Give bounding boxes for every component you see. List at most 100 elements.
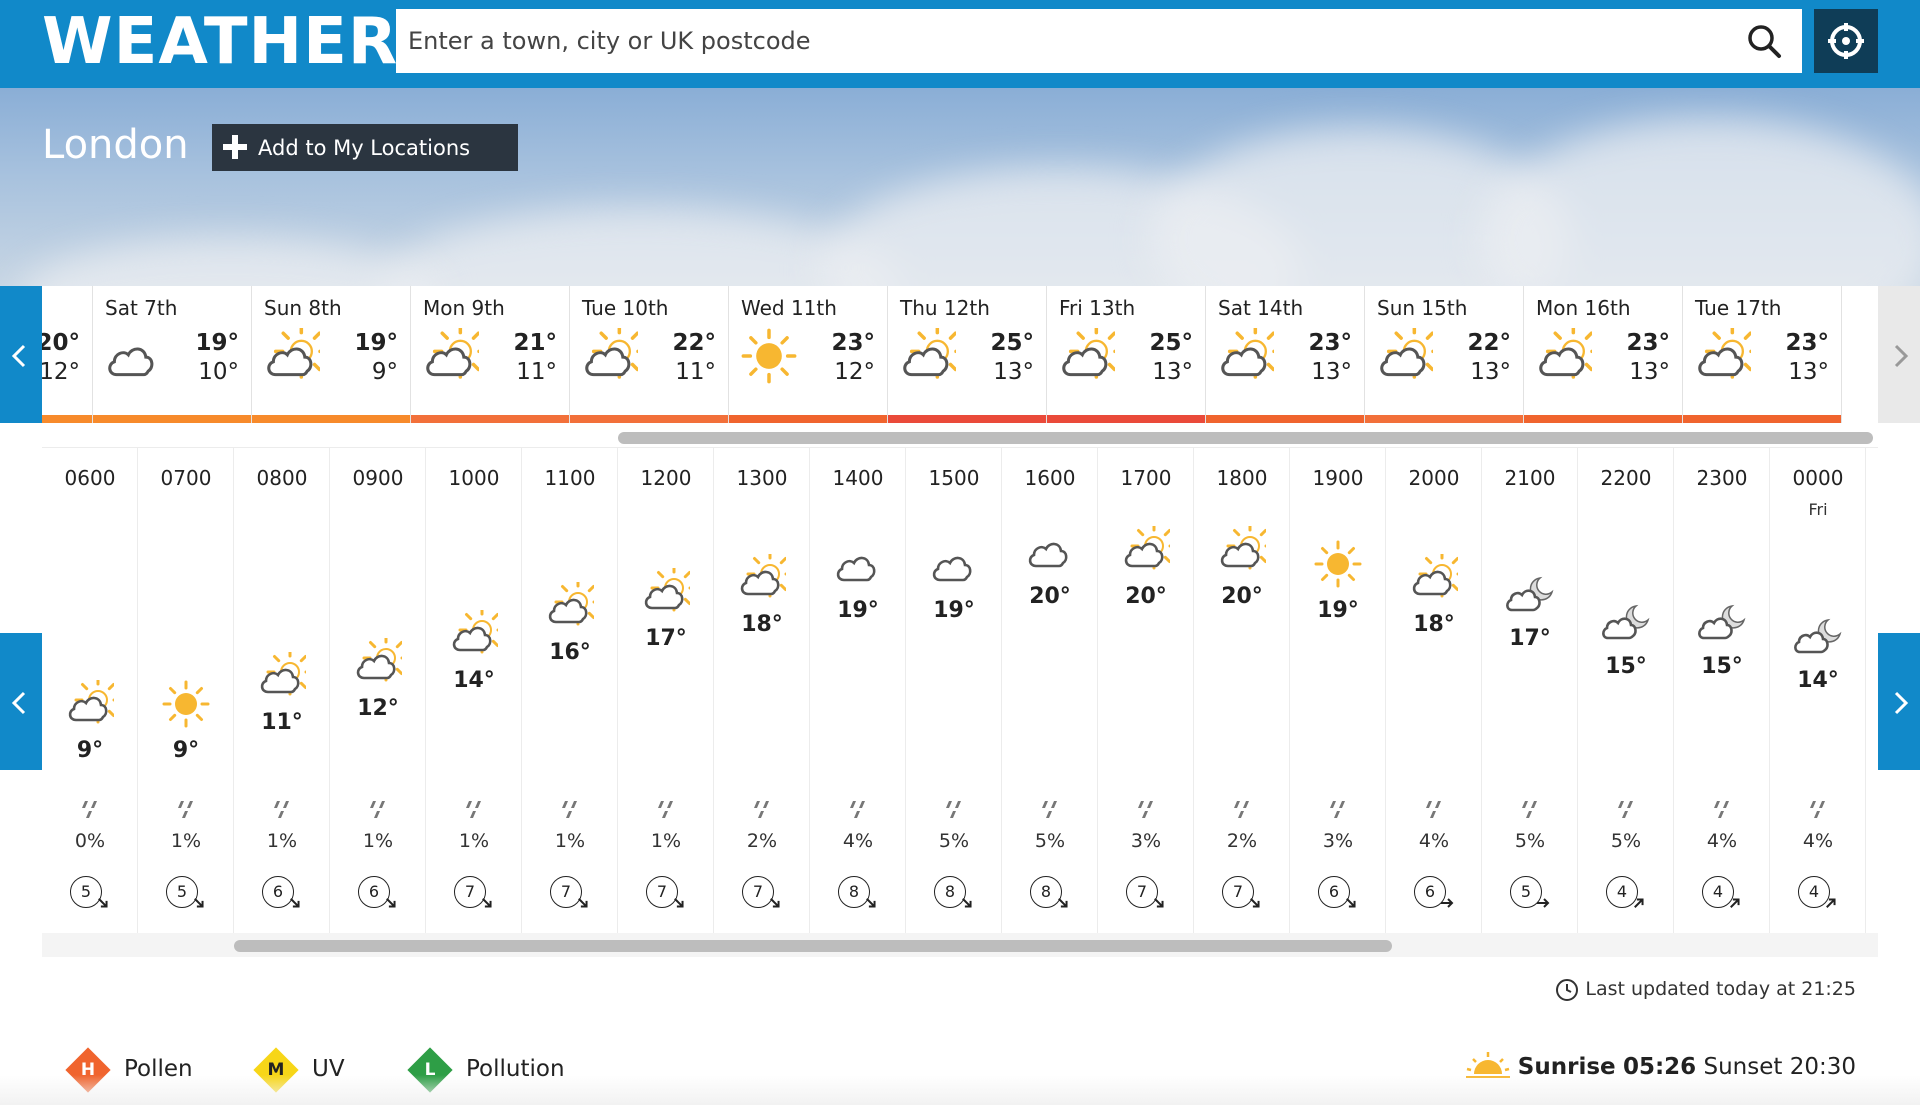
day-card[interactable]: Thu 12th 25° 13° (888, 286, 1047, 423)
cloud-icon (930, 540, 978, 592)
day-min-temp: 13° (1311, 359, 1352, 385)
hour-column[interactable]: 1900 19° 3% 6 (1290, 448, 1386, 933)
search-icon[interactable] (1744, 21, 1784, 61)
sun-cloud-icon (900, 323, 965, 388)
hour-column[interactable]: 0000 Fri 14° 4% 4 (1770, 448, 1866, 933)
day-card[interactable]: Sun 15th 22° 13° (1365, 286, 1524, 423)
hour-temp: 17° (645, 626, 687, 651)
day-strip-scrollbar[interactable] (618, 432, 1873, 444)
rain-chance: 5% (1034, 830, 1066, 852)
hour-column[interactable]: 1300 18° 2% 7 (714, 448, 810, 933)
rain-chance: 4% (1706, 830, 1738, 852)
day-card[interactable]: Wed 11th 23° 12° (729, 286, 888, 423)
rain-chance: 5% (1610, 830, 1642, 852)
sun-cloud-icon (450, 606, 506, 662)
hour-column[interactable]: 1200 17° 1% 7 (618, 448, 714, 933)
weather-page: WEATHER London (0, 0, 1920, 1105)
rain-drops-icon (1038, 798, 1062, 826)
hour-temp: 15° (1605, 654, 1647, 679)
hourly-scrollbar[interactable] (234, 940, 1392, 952)
day-temperature-bar (888, 415, 1046, 423)
add-to-my-locations-label: Add to My Locations (258, 135, 471, 160)
rain-drops-icon (1710, 798, 1734, 826)
hour-column[interactable]: 0700 9° 1% 5 (138, 448, 234, 933)
hour-time: 1700 (1120, 466, 1172, 490)
hour-temp: 9° (172, 738, 200, 763)
day-card[interactable]: Fri 13th 25° 13° (1047, 286, 1206, 423)
day-card[interactable]: Fri 6th20°12° (42, 286, 93, 423)
day-card[interactable]: Mon 9th 21° 11° (411, 286, 570, 423)
search-input[interactable] (396, 9, 1726, 73)
sun-cloud-icon (423, 323, 488, 388)
hour-temp: 14° (1797, 668, 1839, 693)
hour-column[interactable]: 1400 19° 4% 8 (810, 448, 906, 933)
rain-chance: 4% (1802, 830, 1834, 852)
rain-chance: 4% (842, 830, 874, 852)
hour-temp: 20° (1125, 584, 1167, 609)
plus-icon (223, 135, 247, 159)
day-temperature-bar (1365, 415, 1523, 423)
day-name: Sat 14th (1218, 296, 1304, 320)
rain-chance: 5% (938, 830, 970, 852)
chevron-left-icon (11, 344, 26, 368)
hour-column[interactable]: 1600 20° 5% 8 (1002, 448, 1098, 933)
hourly-prev-button[interactable] (0, 633, 42, 770)
hour-column[interactable]: 2000 18° 4% 6 (1386, 448, 1482, 933)
day-card[interactable]: Sat 14th 23° 13° (1206, 286, 1365, 423)
rain-chance: 4% (1418, 830, 1450, 852)
day-card[interactable]: Tue 17th 23° 13° (1683, 286, 1842, 423)
hourly-next-button[interactable] (1878, 633, 1920, 770)
wind-indicator: 5 (1510, 876, 1550, 912)
day-temperature-bar (1047, 415, 1205, 423)
day-max-temp: 23° (1785, 330, 1829, 356)
hour-time: 2000 (1408, 466, 1460, 490)
sun-icon (741, 328, 797, 388)
sun-cloud-icon (66, 676, 122, 732)
day-max-temp: 23° (1626, 330, 1670, 356)
day-temperature-bar (729, 415, 887, 423)
hour-time: 1000 (448, 466, 500, 490)
day-card[interactable]: Tue 10th 22° 11° (570, 286, 729, 423)
hour-temp: 18° (1413, 612, 1455, 637)
hour-column[interactable]: 1100 16° 1% 7 (522, 448, 618, 933)
day-name: Sun 8th (264, 296, 342, 320)
hour-column[interactable]: 2200 15° 5% 4 (1578, 448, 1674, 933)
hour-column[interactable]: 2300 15° 4% 4 (1674, 448, 1770, 933)
locate-me-button[interactable] (1814, 9, 1878, 73)
hour-column[interactable]: 0800 11° 1% 6 (234, 448, 330, 933)
moon-cloud-icon (1698, 596, 1746, 648)
rain-drops-icon (1134, 798, 1158, 826)
rain-drops-icon (1230, 798, 1254, 826)
rain-drops-icon (462, 798, 486, 826)
day-name: Mon 16th (1536, 296, 1631, 320)
hour-column[interactable]: 1700 20° 3% 7 (1098, 448, 1194, 933)
hour-column[interactable]: 1500 19° 5% 8 (906, 448, 1002, 933)
hour-column[interactable]: 1000 14° 1% 7 (426, 448, 522, 933)
day-max-temp: 19° (354, 330, 398, 356)
brand-logo[interactable]: WEATHER (42, 6, 398, 78)
hour-column[interactable]: 0600 9° 0% 5 (42, 448, 138, 933)
wind-indicator: 7 (1126, 876, 1166, 912)
wind-indicator: 6 (1318, 876, 1358, 912)
sun-cloud-icon (1059, 323, 1124, 388)
hour-temp: 16° (549, 640, 591, 665)
wind-indicator: 4 (1798, 876, 1838, 912)
hour-column[interactable]: 1800 20° 2% 7 (1194, 448, 1290, 933)
day-strip-prev-button[interactable] (0, 286, 42, 423)
day-max-temp: 21° (513, 330, 557, 356)
chevron-right-icon (1894, 344, 1909, 368)
hour-column[interactable]: 0900 12° 1% 6 (330, 448, 426, 933)
day-card[interactable]: Mon 16th 23° 13° (1524, 286, 1683, 423)
hour-time: 2200 (1600, 466, 1652, 490)
sun-icon (162, 680, 210, 732)
rain-chance: 1% (362, 830, 394, 852)
sun-cloud-icon (1536, 323, 1601, 388)
wind-indicator: 7 (742, 876, 782, 912)
day-min-temp: 13° (1152, 359, 1193, 385)
hour-time: 1300 (736, 466, 788, 490)
hour-column[interactable]: 2100 17° 5% 5 (1482, 448, 1578, 933)
day-card[interactable]: Sat 7th 19° 10° (93, 286, 252, 423)
day-card[interactable]: Sun 8th 19° 9° (252, 286, 411, 423)
add-to-my-locations-button[interactable]: Add to My Locations (212, 124, 518, 171)
day-strip-next-button[interactable] (1878, 286, 1920, 423)
